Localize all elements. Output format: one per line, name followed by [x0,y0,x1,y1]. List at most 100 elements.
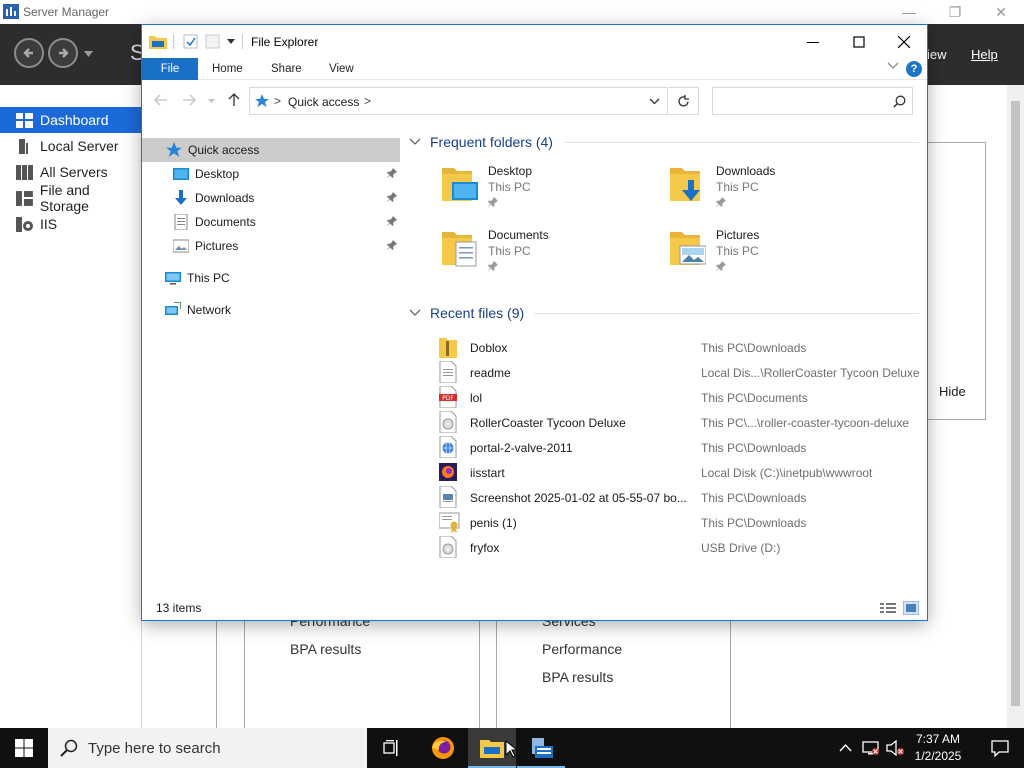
file-path: This PC\Downloads [701,441,807,455]
nav-item-documents[interactable]: Documents [142,210,400,234]
tab-share[interactable]: Share [271,58,302,80]
file-name: readme [470,366,511,380]
fe-maximize-button[interactable] [836,25,882,58]
forward-arrow-icon[interactable] [182,93,196,107]
taskbar-search-box[interactable]: Type here to search [48,728,367,768]
recent-locations-icon[interactable] [208,99,215,104]
details-view-icon[interactable] [880,602,896,614]
nav-item-desktop[interactable]: Desktop [142,162,400,186]
back-arrow-icon [23,48,33,58]
sm-minimize-button[interactable]: — [886,0,932,24]
search-input[interactable] [712,87,913,115]
sm-menu-view[interactable]: iew [927,47,947,62]
breadcrumb-separator[interactable]: > [364,94,371,108]
volume-muted-icon[interactable] [886,740,904,756]
new-folder-icon[interactable] [205,34,220,49]
show-hidden-icons-icon[interactable] [839,743,852,752]
task-view-icon [383,740,398,756]
nav-label: This PC [187,271,230,285]
sm-restore-button[interactable]: ❐ [932,0,978,24]
recent-files-header[interactable]: Recent files (9) [404,302,919,324]
tab-file[interactable]: File [142,58,198,80]
certificate-file-icon [439,512,460,533]
recent-file-row[interactable]: fryfox USB Drive (D:) [439,535,919,560]
close-icon: ✕ [995,3,1007,20]
sm-forward-button[interactable] [48,38,78,68]
server-manager-icon [532,738,553,758]
start-button[interactable] [0,728,48,768]
taskbar-firefox[interactable] [419,728,467,768]
refresh-icon [678,95,689,107]
file-explorer-icon [480,740,504,758]
nav-item-this-pc[interactable]: This PC [142,266,400,290]
sm-back-button[interactable] [14,38,44,68]
taskbar-search-placeholder: Type here to search [88,740,221,757]
taskbar-server-manager[interactable] [517,728,565,768]
sm-sidebar-item-iis[interactable]: IIS [0,211,142,237]
breadcrumb-separator[interactable]: > [274,94,281,108]
sm-sidebar-item-file-storage[interactable]: File and Storage [0,182,142,214]
address-dropdown-icon[interactable] [649,98,660,105]
file-name: Screenshot 2025-01-02 at 05-55-07 bo... [470,491,687,505]
sm-menu-help[interactable]: Help [971,47,998,62]
clock-time: 7:37 AM [915,732,961,746]
frequent-folder-documents[interactable]: Documents This PC [442,228,662,284]
back-arrow-icon[interactable] [154,93,168,107]
sm-tile-left-bpa[interactable]: BPA results [290,641,361,657]
recent-file-row[interactable]: penis (1) This PC\Downloads [439,510,919,535]
sm-sidebar-label: Dashboard [40,112,109,128]
recent-file-row[interactable]: iisstart Local Disk (C:)\inetpub\wwwroot [439,460,919,485]
file-name: fryfox [470,541,500,555]
recent-file-row[interactable]: Screenshot 2025-01-02 at 05-55-07 bo... … [439,485,919,510]
breadcrumb-quick-access[interactable]: Quick access [288,95,359,109]
disc-image-icon [439,536,457,558]
search-icon [60,739,78,757]
sm-sidebar-item-dashboard[interactable]: Dashboard [0,107,142,133]
tab-home[interactable]: Home [212,58,243,80]
sm-tile-right-performance[interactable]: Performance [542,641,622,657]
qat-dropdown-icon[interactable] [227,39,235,45]
taskbar-clock[interactable]: 7:37 AM 1/2/2025 [906,731,970,765]
frequent-folder-desktop[interactable]: Desktop This PC [442,164,662,220]
desktop-folder-icon [442,168,478,201]
sm-scroll-thumb[interactable] [1011,101,1020,706]
network-tray-icon[interactable] [862,740,879,756]
recent-file-row[interactable]: readme Local Dis...\RollerCoaster Tycoon… [439,360,920,385]
expand-ribbon-icon[interactable] [887,62,899,70]
sm-hide-link[interactable]: Hide [939,384,966,399]
refresh-button[interactable] [669,87,699,115]
action-center-button[interactable] [976,728,1024,768]
zip-folder-icon [439,338,457,358]
nav-item-pictures[interactable]: Pictures [142,234,400,258]
folder-name: Pictures [716,228,760,242]
frequent-folder-pictures[interactable]: Pictures This PC [670,228,890,284]
fe-ribbon-tabs: File Home Share View ? [142,58,927,80]
history-dropdown-icon[interactable] [84,51,93,57]
address-bar[interactable]: > Quick access > [249,87,668,115]
nav-item-quick-access[interactable]: Quick access [142,138,400,162]
recent-file-row[interactable]: portal-2-valve-2011 This PC\Downloads [439,435,919,460]
properties-icon[interactable] [183,34,198,49]
nav-label: Desktop [195,167,240,181]
group-title: Frequent folders (4) [430,134,553,150]
folder-location: This PC [488,180,531,194]
fe-close-button[interactable] [881,25,927,58]
nav-item-downloads[interactable]: Downloads [142,186,400,210]
help-button[interactable]: ? [906,61,922,77]
recent-file-row[interactable]: PDF lol This PC\Documents [439,385,919,410]
nav-item-network[interactable]: Network [142,298,400,322]
recent-file-row[interactable]: RollerCoaster Tycoon Deluxe This PC\...\… [439,410,919,435]
up-arrow-icon[interactable] [227,93,241,107]
recent-file-row[interactable]: Doblox This PC\Downloads [439,335,919,360]
large-icons-view-icon[interactable] [903,601,919,615]
tab-view[interactable]: View [329,58,354,80]
content-pane: Frequent folders (4) Desktop This PC Dow… [404,129,920,599]
frequent-folders-header[interactable]: Frequent folders (4) [404,131,919,153]
task-view-button[interactable] [368,728,416,768]
frequent-folder-downloads[interactable]: Downloads This PC [670,164,890,220]
fe-minimize-button[interactable] [790,25,836,58]
sm-tile-right-bpa[interactable]: BPA results [542,669,613,685]
sm-scrollbar[interactable] [1007,85,1024,728]
sm-close-button[interactable]: ✕ [978,0,1024,24]
sm-sidebar-item-local-server[interactable]: Local Server [0,133,142,159]
